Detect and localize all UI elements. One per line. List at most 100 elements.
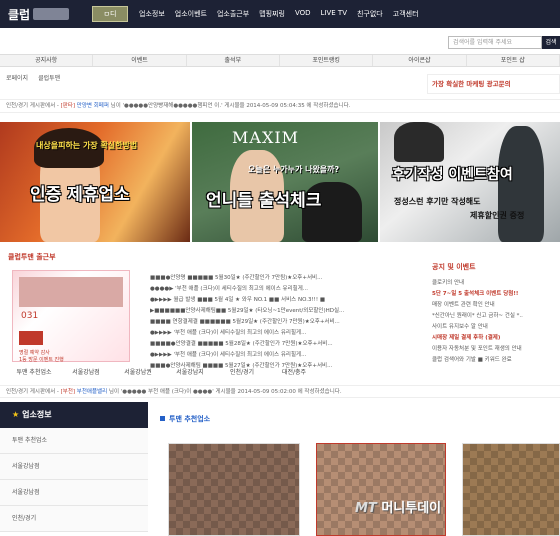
ticker-category: [부천] — [60, 389, 76, 395]
ad-inquiry-banner[interactable]: 가장 확실한 마케팅 광고문의 — [427, 74, 560, 94]
event-item[interactable]: 시매장 제일 결제 후하 (결제) — [432, 333, 560, 344]
menu-item-point-shop[interactable]: 포인트 샵 — [467, 55, 560, 66]
tab-region[interactable]: 인천/경기 — [216, 367, 268, 376]
list-item[interactable]: ■■■■●안양결결 ■■■■■ 5월28일★ (주간할인가 7만원)★오후+서비… — [150, 339, 420, 350]
menu-item-point-ranking[interactable]: 포인트랭킹 — [280, 55, 374, 66]
tab-region[interactable]: 서울강남지 — [164, 367, 216, 376]
ad-text: 가장 확실한 마케팅 광고문의 — [432, 80, 511, 88]
sidebar-item[interactable]: 서울강남점 — [0, 480, 148, 506]
ticker-prefix: 인천/경기 게시판에서 - — [6, 103, 59, 109]
square-icon — [160, 416, 165, 421]
list-item[interactable]: ■■■●안양명 ■■■■■ 5월30일★ (주간할인가 7만됨)★오후+서비..… — [150, 273, 420, 284]
banner3-sub1: 정성스런 후기만 작성해도 — [394, 197, 481, 206]
logo-blurred-part — [33, 8, 70, 20]
list-item[interactable]: ●●●●▶ '부천 애플 (크다)이 세티수질의 최고의 에이스 유리힐게... — [150, 284, 420, 295]
banner-certified-partner[interactable]: 내상을피하는 가장 확실한방법 인증 제휴업소 — [0, 122, 190, 242]
tab-region[interactable]: 서울강남권 — [112, 367, 164, 376]
maxim-logo: MAXIM — [232, 128, 300, 147]
menu-item-notice[interactable]: 공지사항 — [0, 55, 94, 66]
sidebar-item[interactable]: 투맨 추천업소 — [0, 428, 148, 454]
main-nav: 업소정보 업소이벤트 업소출근부 맵핑찌링 VOD LIVE TV 친구없다 고… — [134, 9, 424, 19]
recommend-title: 투맨 추천업소 — [160, 414, 210, 424]
nav-item[interactable]: 업소출근부 — [212, 9, 254, 19]
nav-item[interactable]: 업소정보 — [134, 9, 170, 19]
preview-caption-1: 명절 예약 감사 — [19, 350, 50, 356]
preview-badge — [19, 331, 43, 345]
notice-event-title: 공지 및 이벤트 — [432, 263, 476, 271]
list-item[interactable]: ■■■■ 연항결제결 ■■■■■■ 5월29일★ (주간할인가 7만원)★오후+… — [150, 317, 420, 328]
menu-item-event[interactable]: 이벤트 — [93, 55, 187, 66]
sidebar-list: 투맨 추천업소 서울강남점 서울강남점 인천/경기 — [0, 428, 148, 532]
nav-item[interactable]: LIVE TV — [316, 9, 352, 19]
watermark-name: 머니투데이 — [381, 501, 442, 516]
nav-item[interactable]: 맵핑찌링 — [254, 9, 290, 19]
event-item[interactable]: 이용자 자동처분 및 포인트 재생의 안내 — [432, 344, 560, 355]
model-figure-2 — [498, 126, 544, 242]
nav-item[interactable]: VOD — [290, 9, 316, 19]
logo-text: 클럽 — [8, 7, 31, 22]
ticker-text: 님이 '●●●●● 부천 애플 (크다)이 ●●●●' 게시물을 2014-05… — [108, 389, 342, 395]
recommend-thumbnail[interactable] — [316, 443, 446, 536]
ticker-category: [판타] — [60, 103, 76, 109]
menu-item-attendance[interactable]: 출석부 — [187, 55, 280, 66]
nav-item[interactable]: 친구없다 — [352, 9, 388, 19]
site-logo[interactable]: 클럽 — [0, 6, 92, 23]
attendance-list: ■■■●안양명 ■■■■■ 5월30일★ (주간할인가 7만됨)★오후+서비..… — [150, 273, 420, 372]
recommend-title-text: 투맨 추천업소 — [169, 415, 211, 423]
star-icon: ★ — [12, 410, 20, 419]
home-button[interactable]: ㅁ디 — [92, 6, 128, 22]
ticker-prefix: 인천/경기 게시판에서 - — [6, 389, 59, 395]
attendance-preview-card[interactable]: 031 명절 예약 감사 1등 방문 이벤트 진행 — [12, 270, 130, 363]
nav-item[interactable]: 업소이벤트 — [170, 9, 212, 19]
nav-item[interactable]: 고객센터 — [388, 9, 424, 19]
list-item[interactable]: ●▶▶▶▶ 월급 발생 ■■■ 5월 4일 ★ 와우 NO.1 ■■ 서비스 N… — [150, 295, 420, 306]
tab-recommended[interactable]: 투맨 추천업소 — [8, 367, 60, 376]
event-item[interactable]: 클럽 검색어와 기발 ■ 키워드 완료 — [432, 355, 560, 366]
sub-menubar: 공지사항 이벤트 출석부 포인트랭킹 아이콘샵 포인트 샵 — [0, 54, 560, 67]
menu-item-icon-shop[interactable]: 아이콘샵 — [373, 55, 467, 66]
list-item[interactable]: ▶■■■■■■안양사제해팀■■ 5월29일★ (타오닝~1만event/외모할인… — [150, 306, 420, 317]
activity-ticker-2[interactable]: 인천/경기 게시판에서 - [부천] 부천애플밸리 님이 '●●●●● 부천 애… — [0, 385, 560, 398]
crumb-site[interactable]: 클럽투맨 — [38, 73, 60, 82]
watermark-mt: MT — [355, 501, 377, 516]
event-item[interactable]: 5단 7~일 5 출석체크 이벤트 당첨!! — [432, 289, 560, 300]
search-row: 검색어를 입력해 주세요 검색 — [0, 28, 560, 52]
model-figure — [394, 122, 444, 162]
recommend-thumbnail[interactable] — [168, 443, 300, 536]
hero-banners: 내상을피하는 가장 확실한방법 인증 제휴업소 MAXIM 오늘은 누가누가 나… — [0, 122, 560, 242]
event-item[interactable]: 클로키의 안내 — [432, 278, 560, 289]
event-item[interactable]: 사이트 유지보수 알 안내 — [432, 322, 560, 333]
event-item[interactable]: 매장 이벤트 관련 확인 안내 — [432, 300, 560, 311]
list-item[interactable]: ●▶▶▶▶ '부천 애플 (크다)이 세티수질의 최고의 에이스 유리힐게... — [150, 350, 420, 361]
region-tabs: 투맨 추천업소 서울강남점 서울강남권 서울강남지 인천/경기 대전/충주 — [8, 367, 428, 376]
list-item[interactable]: ●▶▶▶▶ '부천 애플 (크다)이 세티수질의 최고의 에이스 유리힐게... — [150, 328, 420, 339]
banner1-sub: 내상을피하는 가장 확실한방법 — [36, 141, 138, 150]
press-watermark: MT 머니투데이 — [355, 497, 441, 516]
ticker-user: 만양변 회페퍼 — [76, 103, 109, 109]
notice-event-panel: 공지 및 이벤트 클로키의 안내 5단 7~일 5 출석체크 이벤트 당첨!! … — [432, 262, 560, 366]
banner-review-event[interactable]: 후기작성 이벤트참여 정성스런 후기만 작성해도 제휴할인권 증정 — [380, 122, 560, 242]
recommend-thumbnail[interactable] — [462, 443, 560, 536]
sidebar-item[interactable]: 서울강남점 — [0, 454, 148, 480]
home-label: ㅁ디 — [103, 10, 117, 18]
ticker-text: 님이 '●●●●●안양빵재해●●●●●챔피언 이.' 게시물을 2014-05-… — [110, 103, 351, 109]
activity-ticker[interactable]: 인천/경기 게시판에서 - [판타] 만양변 회페퍼 님이 '●●●●●안양빵재… — [0, 99, 560, 113]
banner-attendance-check[interactable]: MAXIM 오늘은 누가누가 나왔을까? 언니들 출석체크 — [192, 122, 378, 242]
preview-image — [19, 277, 123, 307]
ticker-user: 부천애플밸리 — [76, 389, 108, 395]
preview-number: 031 — [21, 311, 39, 321]
tab-region[interactable]: 서울강남점 — [60, 367, 112, 376]
crumb-home[interactable]: 로페이지 — [6, 73, 28, 82]
attendance-section-title: 클럽투맨 출근부 — [8, 253, 56, 261]
event-item[interactable]: *신간아닌 원래이* 신고 금하~ 건실 *.. — [432, 311, 560, 322]
banner1-title: 인증 제휴업소 — [30, 185, 130, 205]
tab-region[interactable]: 대전/충주 — [268, 367, 320, 376]
banner3-sub2: 제휴할인권 증정 — [470, 211, 525, 220]
banner3-title: 후기작성 이벤트참여 — [392, 167, 513, 183]
sidebar-item[interactable]: 인천/경기 — [0, 506, 148, 532]
sidebar-title: 업소정보 — [22, 410, 52, 419]
search-input[interactable]: 검색어를 입력해 주세요 — [448, 36, 542, 49]
breadcrumb: 로페이지 클럽투맨 — [6, 73, 60, 82]
sidebar-header: ★ 업소정보 — [0, 402, 148, 428]
search-button[interactable]: 검색 — [542, 36, 560, 49]
